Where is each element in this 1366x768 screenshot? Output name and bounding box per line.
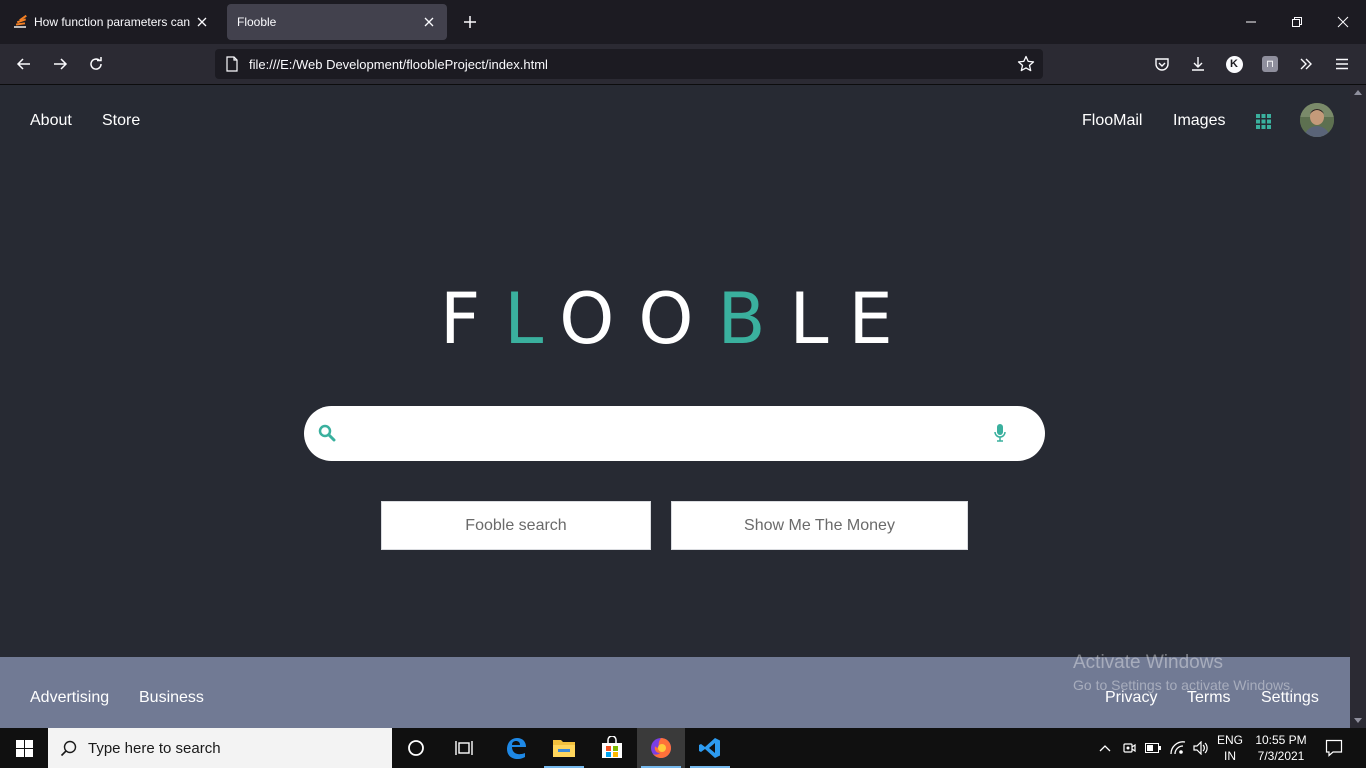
volume-icon[interactable] xyxy=(1191,728,1211,768)
search-icon xyxy=(60,739,78,757)
edge-icon[interactable] xyxy=(492,728,540,768)
floomail-link[interactable]: FlooMail xyxy=(1082,112,1142,130)
reload-icon[interactable] xyxy=(86,54,106,74)
forward-icon[interactable] xyxy=(50,54,70,74)
activate-windows-hint: Go to Settings to activate Windows. xyxy=(1073,677,1294,693)
logo-letter: O xyxy=(638,278,694,360)
taskbar-search-box[interactable]: Type here to search xyxy=(48,728,392,768)
tab-how-function-parameters[interactable]: How function parameters can in xyxy=(2,4,220,40)
images-link[interactable]: Images xyxy=(1173,112,1225,130)
profile-avatar[interactable] xyxy=(1300,103,1334,137)
scroll-up-icon[interactable] xyxy=(1354,89,1362,95)
minimize-icon[interactable] xyxy=(1241,12,1261,32)
apps-grid-icon[interactable] xyxy=(1256,114,1271,129)
extension-icon[interactable]: ⊓ xyxy=(1260,54,1280,74)
search-box xyxy=(304,406,1045,461)
show-me-the-money-button[interactable]: Show Me The Money xyxy=(671,501,968,550)
close-tab-icon[interactable] xyxy=(194,14,210,30)
store-link[interactable]: Store xyxy=(102,112,140,130)
pocket-icon[interactable] xyxy=(1152,54,1172,74)
logo-letter: L xyxy=(789,278,829,360)
tab-title: Flooble xyxy=(237,15,277,29)
firefox-icon[interactable] xyxy=(637,728,685,768)
close-window-icon[interactable] xyxy=(1333,12,1353,32)
bookmark-star-icon[interactable] xyxy=(1017,55,1035,73)
clock[interactable]: 10:55 PM 7/3/2021 xyxy=(1250,728,1312,768)
wifi-icon[interactable] xyxy=(1168,728,1188,768)
battery-icon[interactable] xyxy=(1144,728,1162,768)
language-code: ENG xyxy=(1216,733,1243,747)
close-tab-icon[interactable] xyxy=(421,14,437,30)
about-link[interactable]: About xyxy=(30,112,72,130)
meet-now-icon[interactable] xyxy=(1120,728,1138,768)
account-icon[interactable]: K xyxy=(1224,54,1244,74)
advertising-link[interactable]: Advertising xyxy=(30,689,109,707)
restore-icon[interactable] xyxy=(1287,12,1307,32)
activate-windows-watermark: Activate Windows xyxy=(1073,652,1223,673)
search-icon xyxy=(318,424,336,442)
navigation-toolbar: file:///E:/Web Development/floobleProjec… xyxy=(0,44,1366,85)
file-explorer-icon[interactable] xyxy=(540,728,588,768)
flooble-page: About Store FlooMail Images F L O O B L … xyxy=(0,85,1350,728)
fooble-search-button[interactable]: Fooble search xyxy=(381,501,651,550)
new-tab-icon[interactable] xyxy=(460,12,480,32)
url-bar[interactable]: file:///E:/Web Development/floobleProjec… xyxy=(215,49,1043,79)
cortana-icon[interactable] xyxy=(392,728,440,768)
clock-time: 10:55 PM xyxy=(1255,733,1307,747)
taskbar-search-placeholder: Type here to search xyxy=(88,740,221,757)
tab-flooble[interactable]: Flooble xyxy=(227,4,447,40)
flooble-logo: F L O O B L E xyxy=(440,278,920,360)
back-icon[interactable] xyxy=(14,54,34,74)
business-link[interactable]: Business xyxy=(139,689,204,707)
hamburger-menu-icon[interactable] xyxy=(1332,54,1352,74)
clock-date: 7/3/2021 xyxy=(1257,749,1305,763)
microphone-icon[interactable] xyxy=(994,424,1006,442)
logo-letter: F xyxy=(440,278,481,360)
logo-letter: O xyxy=(559,278,615,360)
show-hidden-icons-icon[interactable] xyxy=(1096,728,1114,768)
language-region: IN xyxy=(1223,749,1236,763)
microsoft-store-icon[interactable] xyxy=(588,728,636,768)
notifications-icon[interactable] xyxy=(1320,728,1348,768)
task-view-icon[interactable] xyxy=(440,728,488,768)
search-input[interactable] xyxy=(352,418,972,448)
vscode-icon[interactable] xyxy=(686,728,734,768)
page-icon xyxy=(225,56,239,72)
more-tools-icon[interactable] xyxy=(1296,54,1316,74)
language-indicator[interactable]: ENG IN xyxy=(1214,728,1246,768)
windows-taskbar: Type here to search ENG IN 10:55 PM 7/3/… xyxy=(0,728,1366,768)
downloads-icon[interactable] xyxy=(1188,54,1208,74)
windows-start-icon[interactable] xyxy=(0,728,48,768)
logo-letter: B xyxy=(717,278,766,360)
logo-letter: L xyxy=(504,278,544,360)
scroll-down-icon[interactable] xyxy=(1354,718,1362,724)
tab-strip: How function parameters can in Flooble xyxy=(0,0,1366,44)
url-text: file:///E:/Web Development/floobleProjec… xyxy=(249,57,548,72)
page-scrollbar[interactable] xyxy=(1350,85,1366,728)
logo-letter: E xyxy=(848,278,893,360)
stack-overflow-icon xyxy=(12,14,28,30)
tab-title: How function parameters can in xyxy=(34,15,194,29)
